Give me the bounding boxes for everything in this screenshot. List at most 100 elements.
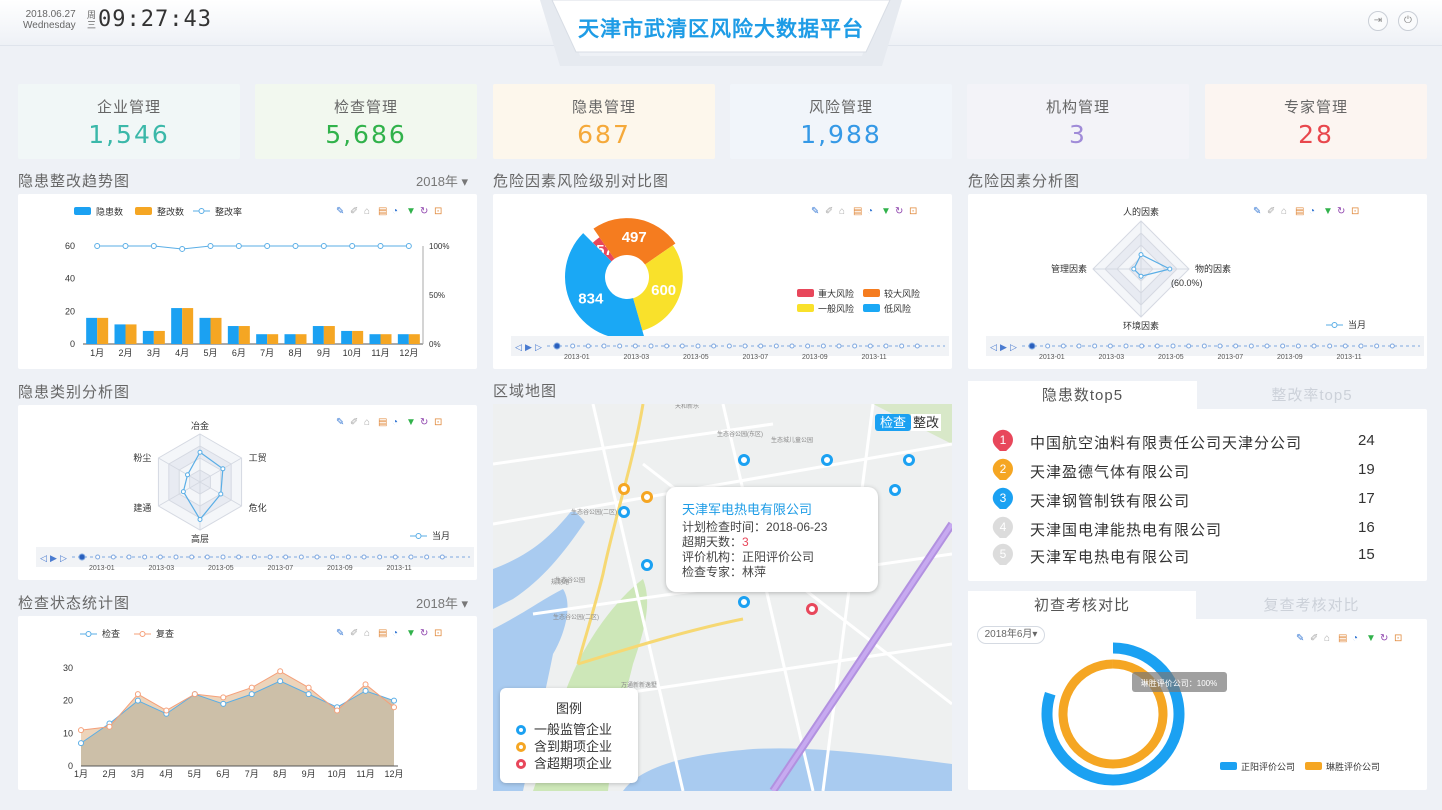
restore-icon[interactable]: ⌂ — [364, 417, 370, 428]
eraser-icon[interactable]: ✐ — [1310, 633, 1318, 644]
eraser-icon[interactable]: ✐ — [350, 206, 358, 217]
radar-point — [1138, 252, 1144, 258]
refresh-icon[interactable]: ↻ — [895, 206, 903, 217]
save-image-icon[interactable]: ⊡ — [1394, 633, 1402, 644]
chart-switch-icon[interactable]: ◔ — [867, 206, 873, 217]
save-image-icon[interactable]: ⊡ — [434, 628, 442, 639]
dataview-icon[interactable]: ▤ — [1295, 206, 1304, 217]
legend-items: 一般监管企业 含到期项企业 含超期项企业 — [516, 721, 638, 772]
eraser-icon[interactable]: ✐ — [350, 417, 358, 428]
save-image-icon[interactable]: ⊡ — [434, 417, 442, 428]
save-image-icon[interactable]: ⊡ — [909, 206, 917, 217]
prev-icon[interactable]: ◁ — [40, 553, 47, 563]
top5-row[interactable]: 5 天津军电热电有限公司 15 — [992, 543, 1392, 571]
login-icon[interactable]: ⇥ — [1368, 11, 1388, 31]
tab-review-audit[interactable]: 复查考核对比 — [1196, 591, 1427, 621]
audit-month-select[interactable]: 2018年6月▾ — [977, 626, 1045, 644]
stat-card-6[interactable]: 专家管理 28 — [1205, 84, 1427, 159]
save-image-icon[interactable]: ⊡ — [1351, 206, 1359, 217]
brush-icon[interactable]: ✎ — [336, 417, 344, 428]
refresh-icon[interactable]: ↻ — [420, 628, 428, 639]
legend-swatch — [74, 207, 91, 215]
filter-icon[interactable]: ▼ — [881, 206, 891, 217]
dataview-icon[interactable]: ▤ — [378, 417, 387, 428]
stat-card-1[interactable]: 企业管理 1,546 — [18, 84, 240, 159]
trend-year-select[interactable]: 2018年 ▾ — [416, 171, 468, 190]
refresh-icon[interactable]: ↻ — [420, 206, 428, 217]
dataview-icon[interactable]: ▤ — [1338, 633, 1347, 644]
rate-point — [235, 243, 242, 249]
timeline-node — [570, 343, 576, 349]
timeline-node — [330, 554, 336, 560]
stat-card-2[interactable]: 检查管理 5,686 — [255, 84, 477, 159]
eraser-icon[interactable]: ✐ — [350, 628, 358, 639]
filter-icon[interactable]: ▼ — [406, 206, 416, 217]
restore-icon[interactable]: ⌂ — [1281, 206, 1287, 217]
brush-icon[interactable]: ✎ — [1296, 633, 1304, 644]
top5-row[interactable]: 2 天津盈德气体有限公司 19 — [992, 458, 1392, 486]
filter-icon[interactable]: ▼ — [1323, 206, 1333, 217]
restore-icon[interactable]: ⌂ — [839, 206, 845, 217]
stat-card-3[interactable]: 隐患管理 687 — [493, 84, 715, 159]
brush-icon[interactable]: ✎ — [336, 206, 344, 217]
popup-company[interactable]: 天津军电热电有限公司 — [682, 499, 812, 518]
timeline-node — [1342, 343, 1348, 349]
tab-hazard-top5[interactable]: 隐患数top5 — [968, 381, 1197, 411]
filter-icon[interactable]: ▼ — [1366, 633, 1376, 644]
brush-icon[interactable]: ✎ — [1253, 206, 1261, 217]
check-toggle[interactable]: 检查 — [875, 414, 912, 431]
chart-switch-icon[interactable]: ◔ — [1309, 206, 1315, 217]
eraser-icon[interactable]: ✐ — [1267, 206, 1275, 217]
tab-rectify-top5[interactable]: 整改率top5 — [1197, 381, 1427, 411]
refresh-icon[interactable]: ↻ — [1380, 633, 1388, 644]
top5-row[interactable]: 4 天津国电津能热电有限公司 16 — [992, 516, 1392, 544]
chart-switch-icon[interactable]: ◔ — [392, 628, 398, 639]
brush-icon[interactable]: ✎ — [811, 206, 819, 217]
hazard-count: 15 — [1358, 546, 1375, 563]
chart-switch-icon[interactable]: ◔ — [392, 206, 398, 217]
inspect-year-select[interactable]: 2018年 ▾ — [416, 593, 468, 612]
play-icon[interactable]: ▶ — [50, 553, 57, 563]
rectify-toggle[interactable]: 整改 — [911, 414, 942, 431]
chart-switch-icon[interactable]: ◔ — [392, 417, 398, 428]
refresh-icon[interactable]: ↻ — [420, 417, 428, 428]
next-icon[interactable]: ▷ — [535, 342, 542, 352]
stat-card-4[interactable]: 风险管理 1,988 — [730, 84, 952, 159]
radar-annotation: (60.0%) — [1171, 278, 1203, 288]
bar — [352, 330, 364, 344]
y-tick: 20 — [63, 696, 73, 706]
next-icon[interactable]: ▷ — [60, 553, 67, 563]
timeline-node — [1154, 343, 1160, 349]
dataview-icon[interactable]: ▤ — [853, 206, 862, 217]
series-point — [78, 740, 84, 747]
top5-row[interactable]: 1 中国航空油料有限责任公司天津分公司 24 — [992, 429, 1392, 457]
prev-icon[interactable]: ◁ — [515, 342, 522, 352]
refresh-icon[interactable]: ↻ — [1337, 206, 1345, 217]
restore-icon[interactable]: ⌂ — [1324, 633, 1330, 644]
prev-icon[interactable]: ◁ — [990, 342, 997, 352]
timeline-tick: 2013-07 — [268, 565, 294, 572]
filter-icon[interactable]: ▼ — [406, 628, 416, 639]
legend-label: 复查 — [156, 628, 174, 639]
tab-initial-audit[interactable]: 初查考核对比 — [968, 591, 1196, 621]
timeline-node — [617, 343, 623, 349]
restore-icon[interactable]: ⌂ — [364, 628, 370, 639]
next-icon[interactable]: ▷ — [1010, 342, 1017, 352]
restore-icon[interactable]: ⌂ — [364, 206, 370, 217]
chart-switch-icon[interactable]: ◔ — [1352, 633, 1358, 644]
top5-row[interactable]: 3 天津钢管制铁有限公司 17 — [992, 487, 1392, 515]
dataview-icon[interactable]: ▤ — [378, 206, 387, 217]
svg-text:生态谷公园(二区): 生态谷公园(二区) — [553, 613, 599, 621]
power-icon[interactable]: ⏻ — [1398, 11, 1418, 31]
stat-card-5[interactable]: 机构管理 3 — [967, 84, 1189, 159]
filter-icon[interactable]: ▼ — [406, 417, 416, 428]
dataview-icon[interactable]: ▤ — [378, 628, 387, 639]
save-image-icon[interactable]: ⊡ — [434, 206, 442, 217]
play-icon[interactable]: ▶ — [525, 342, 532, 352]
legend-swatch — [1220, 762, 1237, 770]
brush-icon[interactable]: ✎ — [336, 628, 344, 639]
x-tick: 4月 — [159, 769, 173, 779]
play-icon[interactable]: ▶ — [1000, 342, 1007, 352]
bar — [86, 317, 98, 344]
eraser-icon[interactable]: ✐ — [825, 206, 833, 217]
